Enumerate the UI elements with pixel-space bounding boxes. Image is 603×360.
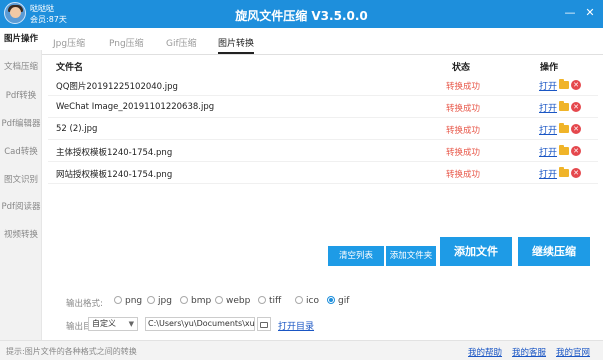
tab-jpg-compress[interactable]: Jpg压缩 <box>53 36 85 54</box>
table-row[interactable]: QQ图片20191225102040.jpg 转换成功 打开 ✕ <box>48 74 598 96</box>
radio-icon <box>215 296 223 304</box>
close-button[interactable]: ✕ <box>583 6 597 20</box>
output-path-input[interactable]: C:\Users\yu\Documents\xuanfe <box>145 317 255 331</box>
radio-icon <box>180 296 188 304</box>
status-bar: 提示:图片文件的各种格式之间的转换 我的帮助 我的客服 我的官网 <box>0 340 603 360</box>
format-option-label: jpg <box>158 296 172 306</box>
sidebar-item-pdf-editor[interactable]: Pdf编辑器 <box>0 113 42 135</box>
column-header-action: 操作 <box>540 63 559 73</box>
format-option-label: bmp <box>191 296 212 306</box>
status-text: 转换成功 <box>446 104 481 114</box>
status-text: 转换成功 <box>446 148 481 158</box>
format-option-label: ico <box>306 296 319 306</box>
add-folder-button[interactable]: 添加文件夹 <box>386 246 436 266</box>
status-text: 转换成功 <box>446 170 481 180</box>
format-option-label: gif <box>338 296 350 306</box>
status-text: 转换成功 <box>446 126 481 136</box>
sidebar-item-doc-compress[interactable]: 文档压缩 <box>0 56 42 78</box>
open-file-link[interactable]: 打开 <box>539 167 557 180</box>
continue-compress-button[interactable]: 继续压缩 <box>518 237 590 266</box>
table-row[interactable]: 网站授权模板1240-1754.png 转换成功 打开 ✕ <box>48 162 598 184</box>
radio-icon <box>114 296 122 304</box>
select-value: 自定义 <box>92 319 116 328</box>
tab-png-compress[interactable]: Png压缩 <box>109 36 144 54</box>
sidebar-item-video-convert[interactable]: 视频转换 <box>0 224 42 246</box>
radio-icon <box>147 296 155 304</box>
format-option-label: png <box>125 296 143 306</box>
output-dir-mode-select[interactable]: 自定义 ▼ <box>88 317 138 331</box>
tab-gif-compress[interactable]: Gif压缩 <box>166 36 197 54</box>
delete-icon[interactable]: ✕ <box>571 80 581 90</box>
table-header: 文件名 状态 操作 <box>48 60 598 74</box>
hint-text: 提示:图片文件的各种格式之间的转换 <box>6 347 137 356</box>
open-file-link[interactable]: 打开 <box>539 123 557 136</box>
format-option-webp[interactable]: webp <box>215 296 250 308</box>
radio-checked-icon <box>327 296 335 304</box>
delete-icon[interactable]: ✕ <box>571 168 581 178</box>
clear-list-button[interactable]: 清空列表 <box>328 246 384 266</box>
browse-folder-button[interactable] <box>257 317 271 331</box>
delete-icon[interactable]: ✕ <box>571 124 581 134</box>
title-bar: 哒哒哒 会员:87天 旋风文件压缩 V3.5.0.0 — ✕ <box>0 0 603 28</box>
format-option-png[interactable]: png <box>114 296 142 308</box>
sidebar-item-cad-convert[interactable]: Cad转换 <box>0 141 42 163</box>
format-option-gif[interactable]: gif <box>327 296 349 308</box>
sidebar-item-pdf-convert[interactable]: Pdf转换 <box>0 85 42 107</box>
folder-icon[interactable] <box>559 79 569 89</box>
format-option-tiff[interactable]: tiff <box>258 296 281 308</box>
status-text: 转换成功 <box>446 82 481 92</box>
format-option-jpg[interactable]: jpg <box>147 296 172 308</box>
folder-icon[interactable] <box>559 101 569 111</box>
open-file-link[interactable]: 打开 <box>539 79 557 92</box>
tab-image-convert[interactable]: 图片转换 <box>218 36 255 54</box>
service-link[interactable]: 我的客服 <box>512 346 546 358</box>
help-link[interactable]: 我的帮助 <box>468 346 502 358</box>
format-option-label: webp <box>226 296 251 306</box>
minimize-button[interactable]: — <box>563 6 577 20</box>
table-row[interactable]: 52 (2).jpg 转换成功 打开 ✕ <box>48 118 598 140</box>
column-header-status: 状态 <box>452 63 471 73</box>
open-file-link[interactable]: 打开 <box>539 101 557 114</box>
file-name: QQ图片20191225102040.jpg <box>56 82 178 92</box>
file-name: 52 (2).jpg <box>56 124 98 134</box>
folder-icon[interactable] <box>559 145 569 155</box>
format-option-label: tiff <box>269 296 282 306</box>
column-header-filename: 文件名 <box>56 63 84 73</box>
folder-icon[interactable] <box>559 167 569 177</box>
output-format-label: 输出格式: <box>66 299 103 309</box>
sidebar-item-ocr[interactable]: 图文识别 <box>0 169 42 191</box>
file-name: WeChat Image_20191101220638.jpg <box>56 102 215 112</box>
sidebar-item-image-ops[interactable]: 图片操作 <box>0 28 42 50</box>
app-title: 旋风文件压缩 V3.5.0.0 <box>235 9 368 23</box>
file-name: 网站授权模板1240-1754.png <box>56 170 173 180</box>
folder-icon[interactable] <box>559 123 569 133</box>
chevron-down-icon: ▼ <box>128 320 134 328</box>
format-option-ico[interactable]: ico <box>295 296 319 308</box>
website-link[interactable]: 我的官网 <box>556 346 590 358</box>
tab-divider <box>42 54 603 55</box>
open-file-link[interactable]: 打开 <box>539 145 557 158</box>
radio-icon <box>295 296 303 304</box>
delete-icon[interactable]: ✕ <box>571 146 581 156</box>
tab-bar: Jpg压缩 Png压缩 Gif压缩 图片转换 <box>42 32 603 55</box>
radio-icon <box>258 296 266 304</box>
file-name: 主体授权模板1240-1754.png <box>56 148 173 158</box>
sidebar-item-pdf-reader[interactable]: Pdf阅读器 <box>0 196 42 218</box>
sidebar: 图片操作 文档压缩 Pdf转换 Pdf编辑器 Cad转换 图文识别 Pdf阅读器… <box>0 28 42 340</box>
open-directory-link[interactable]: 打开目录 <box>278 319 314 332</box>
table-row[interactable]: WeChat Image_20191101220638.jpg 转换成功 打开 … <box>48 96 598 118</box>
table-row[interactable]: 主体授权模板1240-1754.png 转换成功 打开 ✕ <box>48 140 598 162</box>
delete-icon[interactable]: ✕ <box>571 102 581 112</box>
folder-icon <box>260 322 268 328</box>
format-option-bmp[interactable]: bmp <box>180 296 211 308</box>
add-file-button[interactable]: 添加文件 <box>440 237 512 266</box>
